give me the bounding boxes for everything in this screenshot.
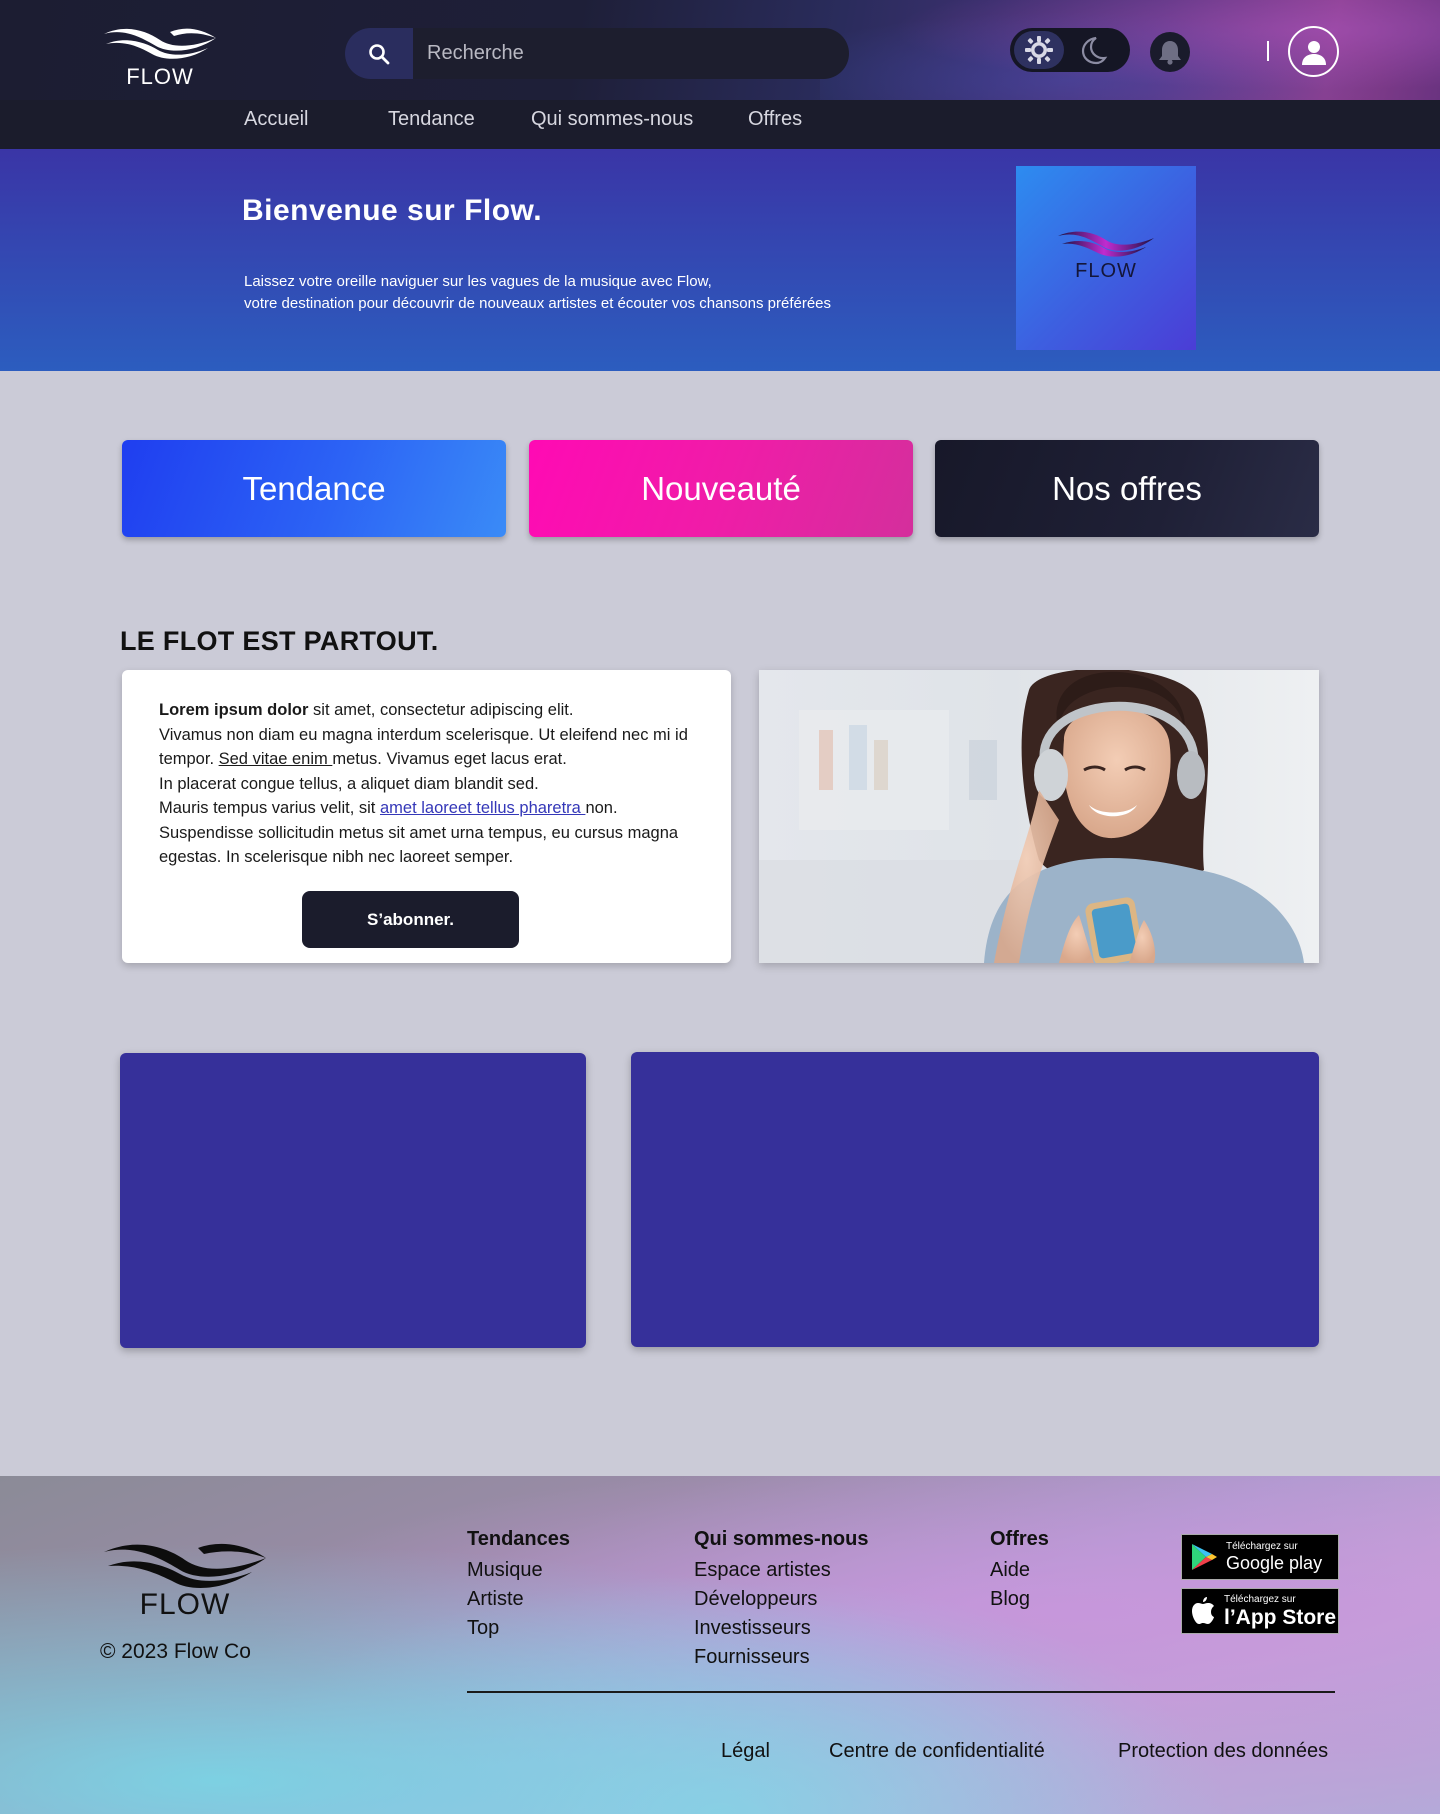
woman-headphones-photo	[759, 670, 1319, 963]
nav-tendance[interactable]: Tendance	[388, 108, 475, 131]
user-profile-button[interactable]	[1288, 26, 1339, 77]
nouveaute-button[interactable]: Nouveauté	[529, 440, 913, 537]
search-bar	[345, 28, 849, 79]
bell-icon	[1159, 41, 1181, 65]
google-play-badge[interactable]: Téléchargez sur Google play	[1181, 1534, 1339, 1580]
flow-wave-icon	[104, 28, 216, 59]
copyright: © 2023 Flow Co	[100, 1640, 251, 1663]
app-store-small: Téléchargez sur	[1224, 1593, 1296, 1605]
section-title: LE FLOT EST PARTOUT.	[120, 626, 439, 656]
main-nav: Accueil Tendance Qui sommes-nous Offres	[0, 100, 1440, 149]
footer-col-qui-sommes-nous: Qui sommes-nous Espace artistes Développ…	[694, 1528, 868, 1672]
user-icon	[1301, 40, 1326, 65]
intro-text: sit amet, consectetur adipiscing elit.	[308, 701, 574, 719]
footer-link[interactable]: Développeurs	[694, 1585, 868, 1614]
footer-link[interactable]: Musique	[467, 1556, 570, 1585]
logo-text: FLOW	[126, 64, 194, 89]
intro-text: non.	[585, 799, 618, 817]
moon-icon	[1081, 36, 1108, 65]
top-bar: FLOW	[0, 0, 1440, 100]
nav-qui-sommes-nous[interactable]: Qui sommes-nous	[531, 108, 693, 131]
nav-accueil[interactable]: Accueil	[244, 108, 308, 131]
footer-logo-text: FLOW	[139, 1588, 231, 1621]
footer-link-qui-sommes-nous[interactable]: Qui sommes-nous	[694, 1528, 868, 1551]
search-button[interactable]	[345, 28, 413, 79]
sun-icon	[1025, 36, 1053, 64]
photo-illustration	[759, 670, 1319, 963]
search-icon	[369, 43, 390, 64]
notifications-button[interactable]	[1150, 32, 1190, 72]
footer-link[interactable]: Blog	[990, 1585, 1049, 1614]
hero-text-line: votre destination pour découvrir de nouv…	[244, 295, 832, 312]
hero-title: Bienvenue sur Flow.	[242, 194, 543, 227]
footer-col-offres: Offres Aide Blog	[990, 1528, 1049, 1614]
intro-card: Lorem ipsum dolor sit amet, consectetur …	[122, 670, 731, 963]
hero-banner: Bienvenue sur Flow. Laissez votre oreill…	[0, 149, 1440, 371]
nav-offres[interactable]: Offres	[748, 108, 802, 131]
intro-bold: Lorem ipsum dolor	[159, 701, 309, 719]
search-input[interactable]	[413, 28, 849, 79]
footer: FLOW © 2023 Flow Co Tendances Musique Ar…	[0, 1476, 1440, 1814]
hero-description: Laissez votre oreille naviguer sur les v…	[244, 271, 831, 315]
footer-legal-link[interactable]: Légal	[721, 1740, 770, 1763]
amet-laoreet-link[interactable]: amet laoreet tellus pharetra	[380, 799, 585, 817]
footer-link[interactable]: Top	[467, 1614, 570, 1643]
footer-data-protection-link[interactable]: Protection des données	[1118, 1740, 1328, 1763]
google-play-icon	[1192, 1544, 1217, 1570]
intro-text: In placerat congue tellus, a aliquet dia…	[159, 774, 539, 793]
light-mode-button[interactable]	[1014, 31, 1064, 69]
app-store-big: l’App Store	[1224, 1605, 1337, 1629]
footer-link[interactable]: Aide	[990, 1556, 1049, 1585]
footer-col-tendances: Tendances Musique Artiste Top	[467, 1528, 570, 1643]
footer-link-tendances[interactable]: Tendances	[467, 1528, 570, 1551]
flow-wave-icon	[104, 1543, 266, 1588]
app-store-badge[interactable]: Téléchargez sur l’App Store	[1181, 1588, 1339, 1634]
intro-text: Mauris tempus varius velit, sit	[159, 799, 380, 817]
sed-vitae-link[interactable]: Sed vitae enim	[219, 750, 333, 768]
footer-link[interactable]: Fournisseurs	[694, 1643, 868, 1672]
flow-wave-icon	[1058, 231, 1154, 257]
hero-logo-text: FLOW	[1075, 260, 1137, 282]
intro-text: metus. Vivamus eget lacus erat.	[332, 750, 567, 768]
footer-link[interactable]: Investisseurs	[694, 1614, 868, 1643]
intro-paragraph: Lorem ipsum dolor sit amet, consectetur …	[159, 698, 704, 870]
footer-divider	[467, 1691, 1335, 1693]
content-block-left	[120, 1053, 586, 1348]
header-divider	[1267, 41, 1269, 61]
tendance-button[interactable]: Tendance	[122, 440, 506, 537]
subscribe-button[interactable]: S’abonner.	[302, 891, 519, 948]
footer-logo[interactable]: FLOW	[100, 1536, 270, 1622]
hero-logo-tile: FLOW	[1016, 166, 1196, 350]
google-play-big: Google play	[1226, 1553, 1323, 1573]
footer-privacy-center-link[interactable]: Centre de confidentialité	[829, 1740, 1045, 1763]
apple-icon	[1192, 1597, 1214, 1624]
content-block-right	[631, 1052, 1319, 1347]
google-play-small: Téléchargez sur	[1226, 1541, 1298, 1552]
footer-link-offres[interactable]: Offres	[990, 1528, 1049, 1551]
dark-mode-button[interactable]	[1064, 31, 1122, 69]
footer-link[interactable]: Artiste	[467, 1585, 570, 1614]
theme-toggle[interactable]	[1010, 28, 1130, 72]
intro-text: Suspendisse sollicitudin metus sit amet …	[159, 823, 679, 867]
footer-link[interactable]: Espace artistes	[694, 1556, 868, 1585]
hero-text-line: Laissez votre oreille naviguer sur les v…	[244, 273, 712, 290]
nos-offres-button[interactable]: Nos offres	[935, 440, 1319, 537]
logo[interactable]: FLOW	[100, 22, 220, 94]
